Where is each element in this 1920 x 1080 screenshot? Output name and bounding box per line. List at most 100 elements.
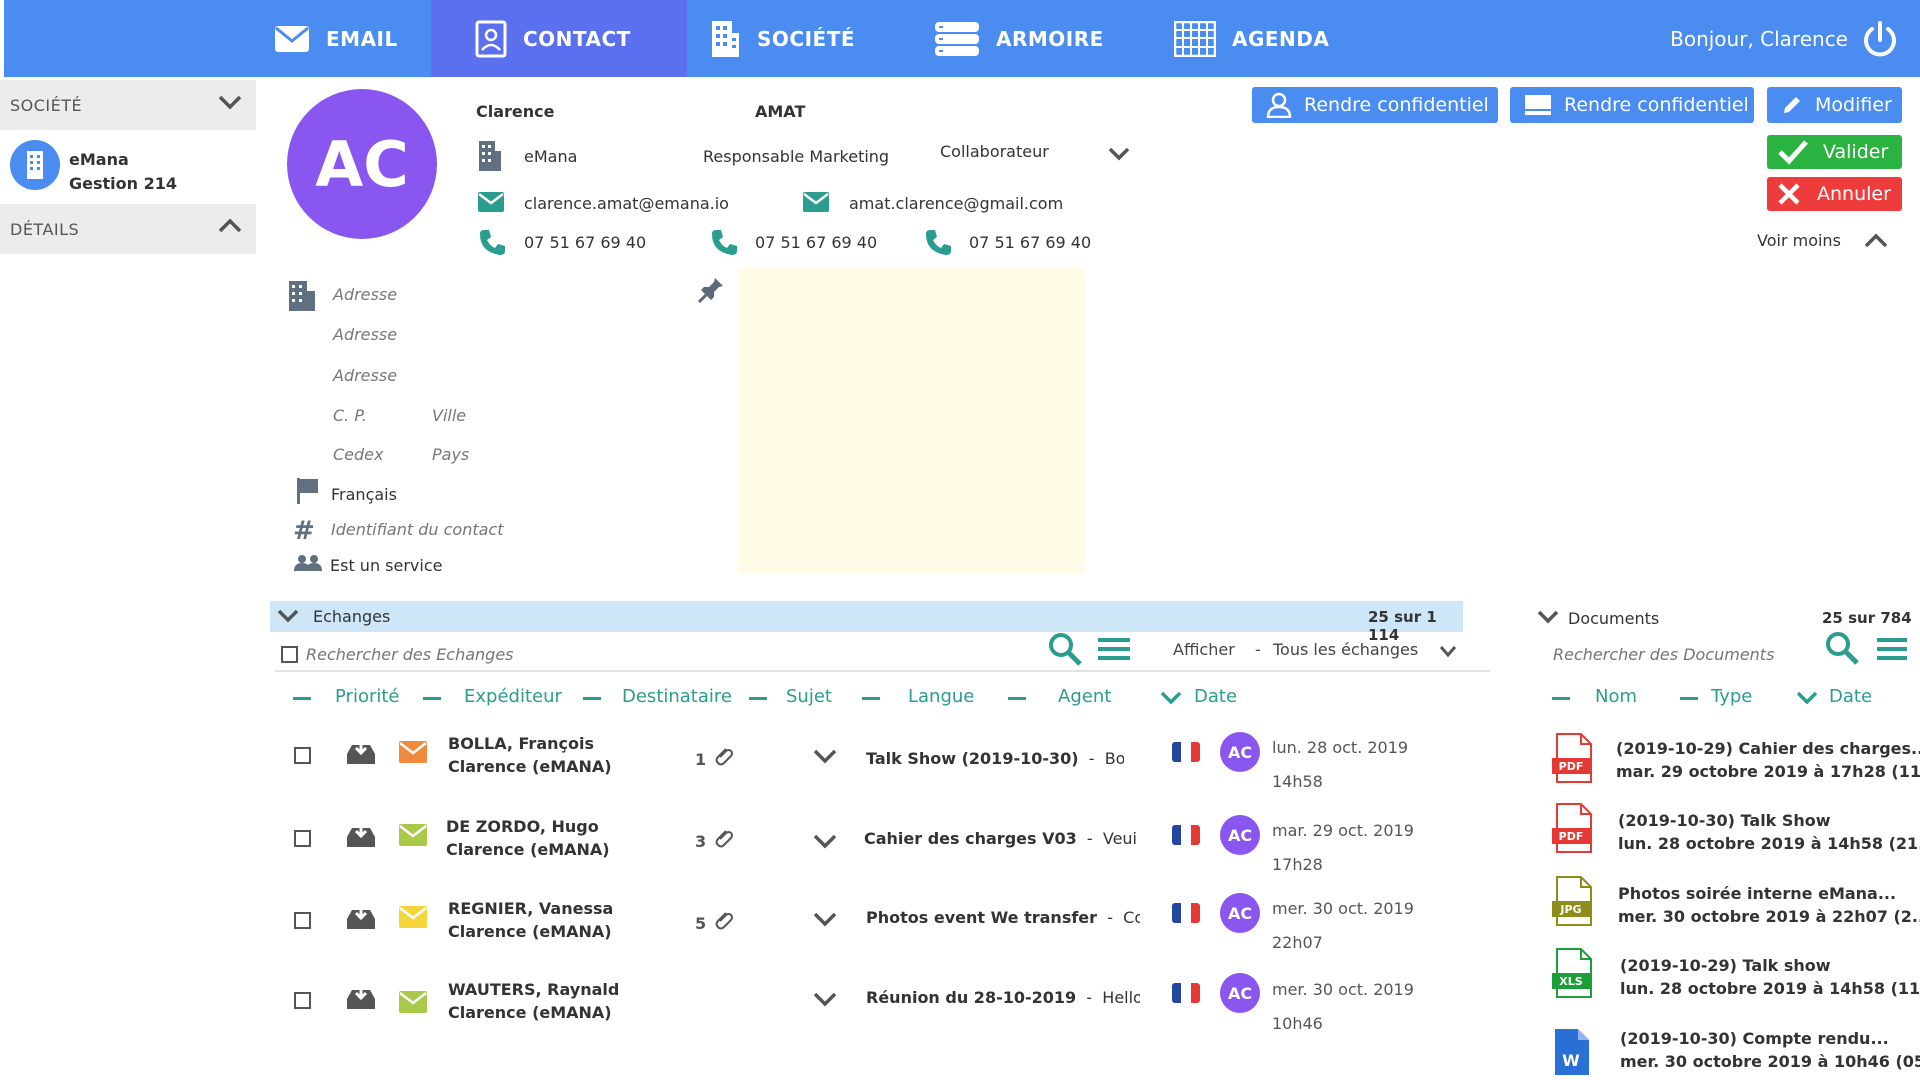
- address-line-3[interactable]: Adresse: [333, 366, 397, 385]
- contact-job-title[interactable]: Responsable Marketing: [703, 147, 889, 166]
- doc-col-date[interactable]: Date: [1829, 686, 1872, 707]
- col-priority[interactable]: Priorité: [335, 686, 400, 707]
- confidential-button-1[interactable]: Rendre confidentiel: [1252, 87, 1498, 123]
- nav-email[interactable]: EMAIL: [274, 0, 434, 77]
- contact-phone-1[interactable]: 07 51 67 69 40: [524, 233, 646, 252]
- col-language[interactable]: Langue: [908, 686, 974, 707]
- documents-header[interactable]: Documents 25 sur 784: [1535, 603, 1915, 633]
- calendar-icon: [1174, 20, 1216, 57]
- address-line-1[interactable]: Adresse: [333, 285, 397, 304]
- exchanges-header[interactable]: Echanges 25 sur 1 114: [270, 601, 1463, 644]
- identifier-field[interactable]: Identifiant du contact: [331, 520, 503, 539]
- role-select[interactable]: Collaborateur: [940, 138, 1130, 170]
- doc-col-name[interactable]: Nom: [1595, 686, 1637, 707]
- pin-icon[interactable]: [697, 274, 725, 304]
- sidebar-company[interactable]: eMana Gestion 214: [69, 148, 177, 196]
- address-line-2[interactable]: Adresse: [333, 325, 397, 344]
- nav-societe-label: SOCIÉTÉ: [757, 26, 855, 51]
- validate-button[interactable]: Valider: [1767, 135, 1902, 169]
- menu-icon[interactable]: [1877, 637, 1907, 661]
- see-less-toggle[interactable]: Voir moins: [1757, 228, 1897, 256]
- contact-email-primary[interactable]: clarence.amat@emana.io: [524, 194, 729, 213]
- agent-avatar[interactable]: AC: [1220, 973, 1260, 1013]
- edit-button[interactable]: Modifier: [1767, 87, 1902, 123]
- exchange-filter-select[interactable]: - Tous les échanges: [1255, 636, 1495, 666]
- agent-avatar[interactable]: AC: [1220, 815, 1260, 855]
- country-field[interactable]: Pays: [432, 445, 469, 464]
- row-checkbox[interactable]: [294, 747, 311, 764]
- search-icon[interactable]: [1047, 631, 1083, 667]
- inbox-icon: [347, 986, 375, 1009]
- chevron-down-icon[interactable]: [813, 911, 837, 927]
- sidebar-societe-header[interactable]: SOCIÉTÉ: [0, 80, 256, 130]
- language-field[interactable]: Français: [331, 485, 397, 504]
- col-date[interactable]: Date: [1194, 686, 1237, 707]
- phone-icon: [712, 230, 737, 255]
- document-title: Photos soirée interne eMana...: [1618, 884, 1897, 903]
- document-item[interactable]: PDF (2019-10-29) Cahier des charges... m…: [1548, 730, 1920, 790]
- nav-armoire-label: ARMOIRE: [996, 26, 1104, 51]
- french-flag-icon: [1172, 903, 1200, 923]
- col-agent[interactable]: Agent: [1058, 686, 1111, 707]
- user-icon: [1266, 92, 1292, 118]
- documents-search-input[interactable]: [1553, 639, 1818, 669]
- nav-societe[interactable]: SOCIÉTÉ: [709, 0, 889, 77]
- nav-armoire[interactable]: ARMOIRE: [934, 0, 1134, 77]
- cancel-button[interactable]: Annuler: [1767, 177, 1902, 211]
- cedex-field[interactable]: Cedex: [333, 445, 383, 464]
- document-item[interactable]: W (2019-10-30) Compte rendu... mer. 30 o…: [1548, 1018, 1920, 1078]
- chevron-down-icon[interactable]: [813, 833, 837, 849]
- row-checkbox[interactable]: [294, 830, 311, 847]
- city-field[interactable]: Ville: [432, 406, 466, 425]
- contact-last-name[interactable]: AMAT: [755, 102, 805, 121]
- contact-company[interactable]: eMana: [524, 147, 577, 166]
- chevron-down-icon: [277, 609, 299, 623]
- select-all-checkbox[interactable]: [281, 646, 298, 663]
- document-item[interactable]: JPG Photos soirée interne eMana... mer. …: [1548, 873, 1920, 933]
- document-subtitle: mer. 30 octobre 2019 à 22h07 (2...: [1618, 907, 1920, 926]
- row-subject: Cahier des charges V03 - Veui: [864, 829, 1137, 848]
- row-checkbox[interactable]: [294, 912, 311, 929]
- logout-button[interactable]: [1860, 20, 1900, 64]
- exchanges-search-input[interactable]: [306, 639, 1026, 669]
- contact-email-secondary[interactable]: amat.clarence@gmail.com: [849, 194, 1063, 213]
- agent-avatar[interactable]: AC: [1220, 732, 1260, 772]
- search-icon[interactable]: [1824, 630, 1860, 666]
- paperclip-icon: [715, 830, 733, 848]
- postal-code-field[interactable]: C. P.: [333, 406, 367, 425]
- col-recipient[interactable]: Destinataire: [622, 686, 732, 707]
- exchange-filter-value: Tous les échanges: [1273, 640, 1419, 659]
- company-card-icon: [1525, 95, 1551, 115]
- contact-avatar[interactable]: AC: [287, 89, 437, 239]
- service-toggle[interactable]: Est un service: [330, 556, 442, 575]
- document-item[interactable]: PDF (2019-10-30) Talk Show lun. 28 octob…: [1548, 800, 1920, 860]
- documents-count: 25 sur 784: [1822, 609, 1912, 627]
- col-subject[interactable]: Sujet: [786, 686, 832, 707]
- word-file-icon: W: [1555, 1029, 1589, 1075]
- pdf-file-icon: PDF: [1552, 803, 1592, 853]
- cancel-label: Annuler: [1817, 183, 1891, 205]
- col-sender[interactable]: Expéditeur: [464, 686, 562, 707]
- chevron-down-icon: [1537, 610, 1559, 624]
- svg-text:XLS: XLS: [1559, 975, 1582, 988]
- company-avatar[interactable]: [10, 140, 60, 190]
- role-select-value: Collaborateur: [940, 142, 1049, 161]
- contact-phone-2[interactable]: 07 51 67 69 40: [755, 233, 877, 252]
- nav-agenda[interactable]: AGENDA: [1174, 0, 1374, 77]
- chevron-down-icon[interactable]: [813, 748, 837, 764]
- nav-contact[interactable]: CONTACT: [431, 0, 687, 77]
- confidential-button-2[interactable]: Rendre confidentiel: [1510, 87, 1754, 123]
- row-checkbox[interactable]: [294, 992, 311, 1009]
- sidebar-details-header[interactable]: DÉTAILS: [0, 204, 256, 254]
- chevron-down-icon[interactable]: [813, 991, 837, 1007]
- svg-text:JPG: JPG: [1559, 903, 1581, 916]
- doc-col-type[interactable]: Type: [1711, 686, 1752, 707]
- agent-avatar[interactable]: AC: [1220, 893, 1260, 933]
- menu-icon[interactable]: [1098, 637, 1130, 661]
- documents-title: Documents: [1568, 609, 1660, 628]
- contact-first-name[interactable]: Clarence: [476, 102, 555, 121]
- sort-dash-icon: [1552, 697, 1570, 700]
- nav-email-label: EMAIL: [326, 26, 398, 51]
- contact-phone-3[interactable]: 07 51 67 69 40: [969, 233, 1091, 252]
- document-item[interactable]: XLS (2019-10-29) Talk show lun. 28 octob…: [1548, 945, 1920, 1005]
